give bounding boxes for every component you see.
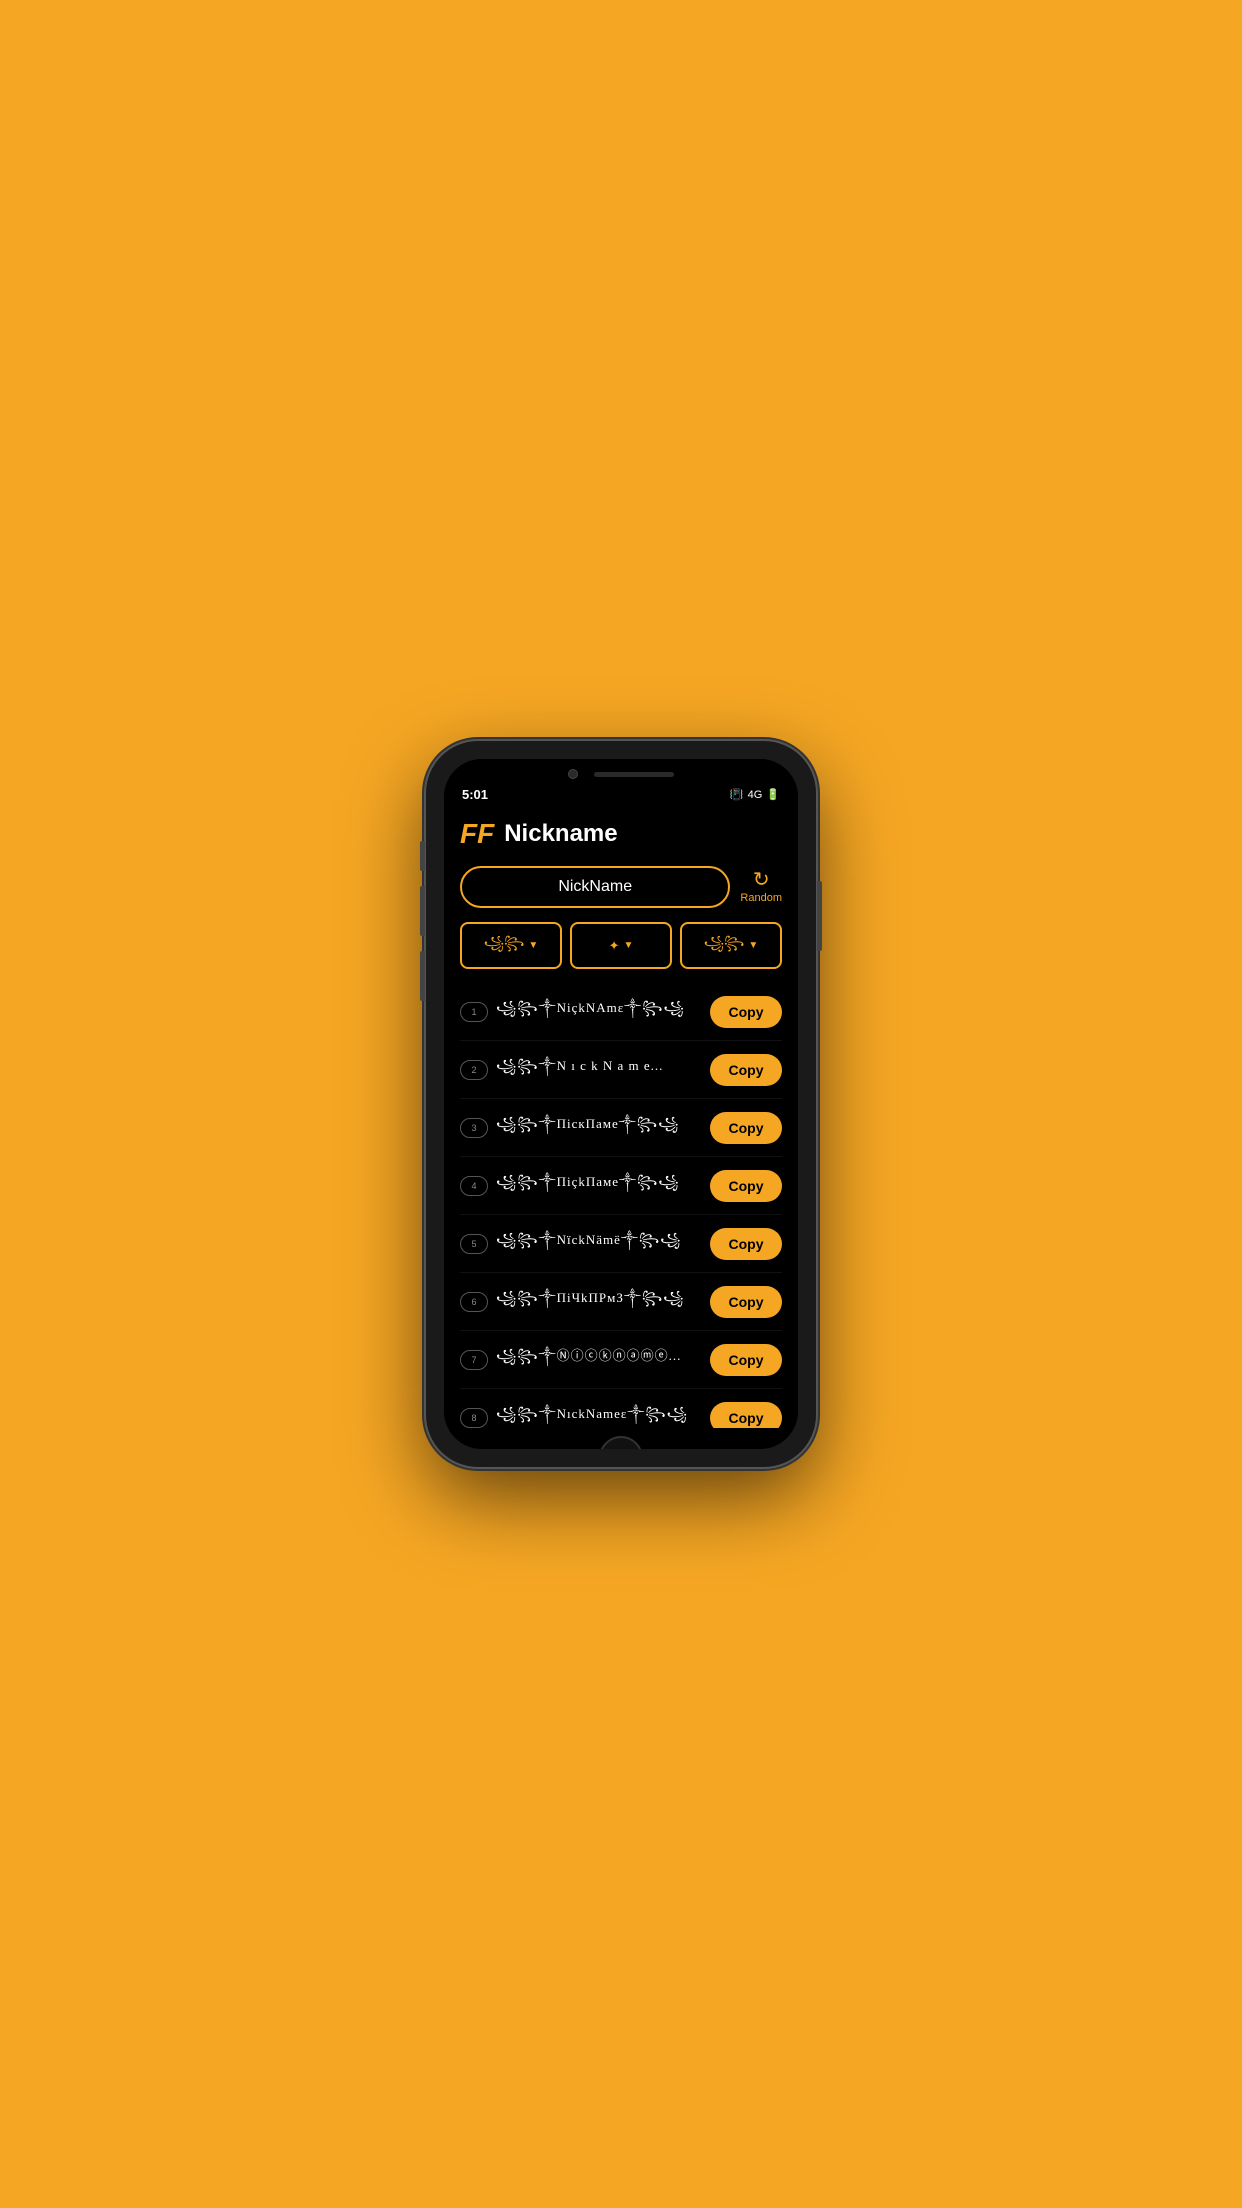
list-item: 8 ꧁꧂༒NıckNameε༒꧂꧁ Copy xyxy=(460,1389,782,1428)
mute-button xyxy=(420,951,425,1001)
phone-screen: 5:01 📳 4G 🔋 FF Nickname ↻ Random xyxy=(444,759,798,1449)
item-name: ꧁꧂༒Ⓝⓘⓒⓚⓝⓐⓜⓔ... xyxy=(496,1341,702,1378)
copy-button[interactable]: Copy xyxy=(710,996,782,1028)
item-name: ꧁꧂༒ПіçkПаме༒꧂꧁ xyxy=(496,1167,702,1204)
item-number: 4 xyxy=(460,1176,488,1196)
home-button[interactable] xyxy=(599,1436,643,1449)
copy-button[interactable]: Copy xyxy=(710,1402,782,1429)
copy-button[interactable]: Copy xyxy=(710,1112,782,1144)
middle-symbol: ✦ xyxy=(609,938,620,954)
copy-button[interactable]: Copy xyxy=(710,1054,782,1086)
item-number: 3 xyxy=(460,1118,488,1138)
item-name: ꧁꧂༒NıckNameε༒꧂꧁ xyxy=(496,1399,702,1428)
battery-icon: 🔋 xyxy=(766,788,780,801)
vibrate-icon: 📳 xyxy=(730,788,744,801)
list-item: 1 ꧁꧂༒NiçkNAmε༒꧂꧁ Copy xyxy=(460,983,782,1041)
item-number: 8 xyxy=(460,1408,488,1428)
suffix-symbol: ꧁꧂ xyxy=(704,932,745,959)
random-button[interactable]: ↻ Random xyxy=(740,870,782,904)
nickname-input[interactable] xyxy=(460,866,730,908)
prefix-symbol: ꧁꧂ xyxy=(484,932,525,959)
app-title: FF Nickname xyxy=(460,818,782,850)
random-label: Random xyxy=(740,892,782,904)
item-name: ꧁꧂༒NiçkNAmε༒꧂꧁ xyxy=(496,993,702,1030)
camera-dot xyxy=(568,769,578,779)
copy-button[interactable]: Copy xyxy=(710,1228,782,1260)
item-number: 1 xyxy=(460,1002,488,1022)
volume-down-button xyxy=(420,886,425,936)
power-button xyxy=(817,881,822,951)
filter-suffix-button[interactable]: ꧁꧂ ▼ xyxy=(680,922,782,969)
status-bar: 5:01 📳 4G 🔋 xyxy=(444,785,798,808)
chevron-down-icon: ▼ xyxy=(624,940,634,951)
app-title-text: Nickname xyxy=(504,820,617,848)
copy-button[interactable]: Copy xyxy=(710,1344,782,1376)
item-name: ꧁꧂༒ПіскПаме༒꧂꧁ xyxy=(496,1109,702,1146)
input-row: ↻ Random xyxy=(460,866,782,908)
volume-up-button xyxy=(420,841,425,871)
chevron-down-icon: ▼ xyxy=(528,940,538,951)
app-content: FF Nickname ↻ Random ꧁꧂ ▼ ✦ ▼ xyxy=(444,808,798,1428)
filter-prefix-button[interactable]: ꧁꧂ ▼ xyxy=(460,922,562,969)
notch-bar xyxy=(444,759,798,785)
list-item: 3 ꧁꧂༒ПіскПаме༒꧂꧁ Copy xyxy=(460,1099,782,1157)
copy-button[interactable]: Copy xyxy=(710,1286,782,1318)
nickname-list: 1 ꧁꧂༒NiçkNAmε༒꧂꧁ Copy 2 ꧁꧂༒N ı c k N a m… xyxy=(460,983,782,1428)
list-item: 4 ꧁꧂༒ПіçkПаме༒꧂꧁ Copy xyxy=(460,1157,782,1215)
copy-button[interactable]: Copy xyxy=(710,1170,782,1202)
item-name: ꧁꧂༒N ı c k N a m e... xyxy=(496,1051,702,1088)
item-number: 5 xyxy=(460,1234,488,1254)
list-item: 2 ꧁꧂༒N ı c k N a m e... Copy xyxy=(460,1041,782,1099)
list-item: 7 ꧁꧂༒Ⓝⓘⓒⓚⓝⓐⓜⓔ... Copy xyxy=(460,1331,782,1389)
home-bar xyxy=(444,1428,798,1449)
status-icons: 📳 4G 🔋 xyxy=(730,788,780,801)
speaker-bar xyxy=(594,772,674,777)
signal-icon: 4G xyxy=(748,789,763,801)
item-name: ꧁꧂༒NïckNämë༒꧂꧁ xyxy=(496,1225,702,1262)
item-number: 6 xyxy=(460,1292,488,1312)
filter-middle-button[interactable]: ✦ ▼ xyxy=(570,922,672,969)
list-item: 5 ꧁꧂༒NïckNämë༒꧂꧁ Copy xyxy=(460,1215,782,1273)
list-item: 6 ꧁꧂༒ПіЧkПРмЗ༒꧂꧁ Copy xyxy=(460,1273,782,1331)
ff-label: FF xyxy=(460,818,494,850)
filter-row: ꧁꧂ ▼ ✦ ▼ ꧁꧂ ▼ xyxy=(460,922,782,969)
item-number: 2 xyxy=(460,1060,488,1080)
random-icon: ↻ xyxy=(753,870,770,890)
item-number: 7 xyxy=(460,1350,488,1370)
phone-frame: 5:01 📳 4G 🔋 FF Nickname ↻ Random xyxy=(426,741,816,1467)
chevron-down-icon: ▼ xyxy=(748,940,758,951)
status-time: 5:01 xyxy=(462,787,488,802)
item-name: ꧁꧂༒ПіЧkПРмЗ༒꧂꧁ xyxy=(496,1283,702,1320)
